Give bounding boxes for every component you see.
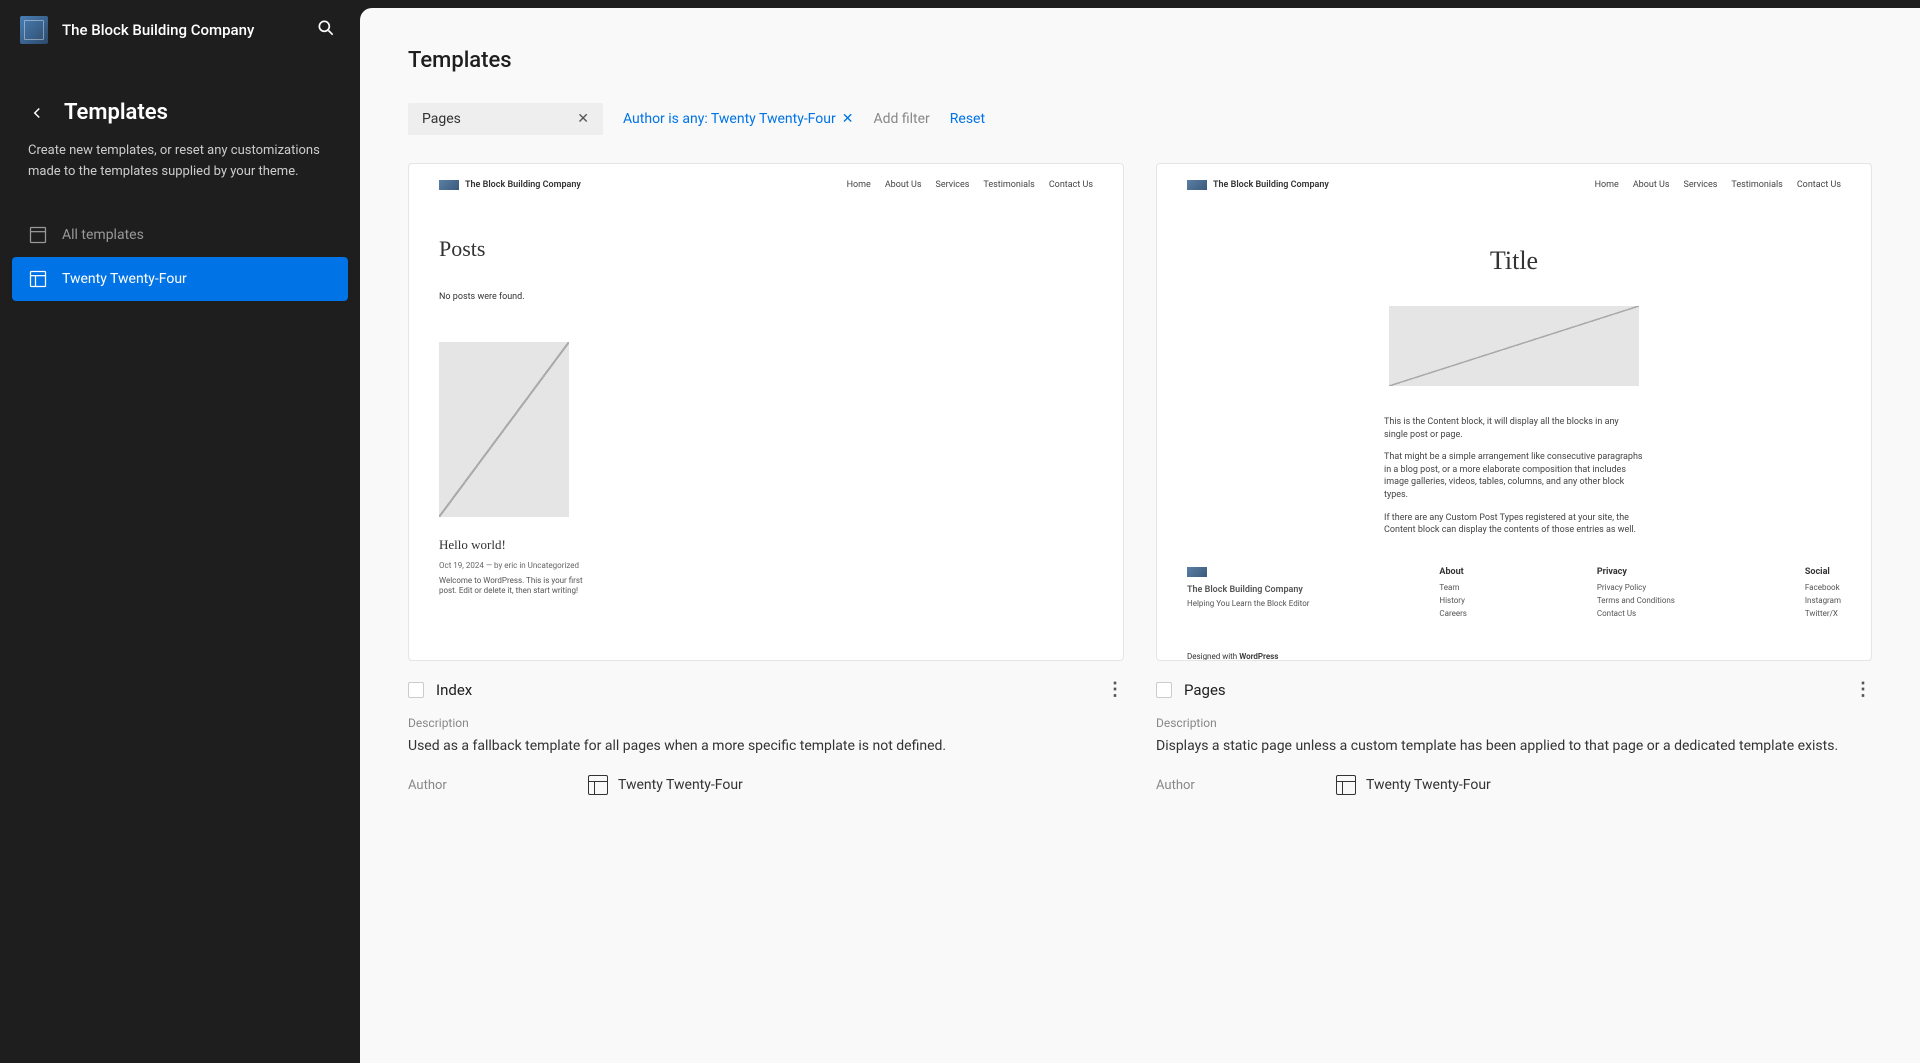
- preview-paragraph: If there are any Custom Post Types regis…: [1384, 512, 1644, 537]
- preview-menu-item: Home: [847, 180, 871, 190]
- site-logo-icon[interactable]: [20, 16, 48, 44]
- template-preview[interactable]: The Block Building Company Home About Us…: [1156, 163, 1872, 661]
- preview-footer: The Block Building Company Helping You L…: [1187, 567, 1841, 622]
- theme-icon: [1336, 775, 1356, 795]
- site-title: The Block Building Company: [62, 21, 316, 39]
- author-label: Author: [408, 778, 468, 793]
- template-description: Displays a static page unless a custom t…: [1156, 736, 1872, 757]
- close-icon[interactable]: ✕: [842, 111, 854, 127]
- preview-brand: The Block Building Company: [465, 180, 581, 190]
- filter-chip-label: Pages: [422, 111, 461, 127]
- preview-logo-icon: [439, 180, 459, 190]
- author-name: Twenty Twenty-Four: [618, 777, 743, 793]
- preview-footer-brand: The Block Building Company: [1187, 585, 1309, 595]
- footer-link: Instagram: [1805, 596, 1841, 605]
- more-icon[interactable]: ⋮: [1106, 679, 1124, 700]
- filter-author[interactable]: Author is any: Twenty Twenty-Four ✕: [623, 111, 853, 127]
- add-filter-button[interactable]: Add filter: [873, 111, 929, 127]
- sidebar-item-all-templates[interactable]: All templates: [12, 213, 348, 257]
- image-placeholder-icon: [439, 342, 569, 517]
- sidebar: The Block Building Company Templates Cre…: [0, 0, 360, 1063]
- preview-menu-item: Home: [1595, 180, 1619, 190]
- preview-paragraph: That might be a simple arrangement like …: [1384, 451, 1644, 501]
- sidebar-header: The Block Building Company: [0, 0, 360, 60]
- footer-link: Facebook: [1805, 583, 1841, 592]
- sidebar-item-twenty-twenty-four[interactable]: Twenty Twenty-Four: [12, 257, 348, 301]
- preview-brand: The Block Building Company: [1213, 180, 1329, 190]
- preview-menu: Home About Us Services Testimonials Cont…: [1595, 180, 1841, 190]
- preview-menu: Home About Us Services Testimonials Cont…: [847, 180, 1093, 190]
- preview-designed-with: Designed with WordPress: [1187, 652, 1841, 661]
- filter-author-label: Author is any: Twenty Twenty-Four: [623, 111, 836, 127]
- footer-link: Terms and Conditions: [1597, 596, 1675, 605]
- preview-post-excerpt: Welcome to WordPress. This is your first…: [439, 576, 589, 597]
- footer-link: Team: [1439, 583, 1467, 592]
- reset-button[interactable]: Reset: [950, 111, 985, 127]
- template-card-pages: The Block Building Company Home About Us…: [1156, 163, 1872, 795]
- page-title: Templates: [408, 48, 1872, 73]
- description-label: Description: [408, 716, 1124, 730]
- template-grid: The Block Building Company Home About Us…: [408, 163, 1872, 795]
- footer-col-heading: Social: [1805, 567, 1841, 577]
- preview-heading: Posts: [439, 236, 1093, 262]
- filter-bar: Pages ✕ Author is any: Twenty Twenty-Fou…: [408, 103, 1872, 135]
- theme-icon: [588, 775, 608, 795]
- preview-menu-item: Contact Us: [1797, 180, 1841, 190]
- back-icon[interactable]: [28, 104, 46, 122]
- preview-post-title: Hello world!: [439, 537, 1093, 553]
- preview-post-meta: Oct 19, 2024 — by eric in Uncategorized: [439, 561, 1093, 570]
- main-content: Templates Pages ✕ Author is any: Twenty …: [360, 8, 1920, 1063]
- footer-link: Twitter/X: [1805, 609, 1841, 618]
- sidebar-nav: Templates Create new templates, or reset…: [0, 60, 360, 321]
- select-checkbox[interactable]: [408, 682, 424, 698]
- search-icon[interactable]: [316, 18, 340, 42]
- more-icon[interactable]: ⋮: [1854, 679, 1872, 700]
- preview-menu-item: Testimonials: [1731, 180, 1782, 190]
- select-checkbox[interactable]: [1156, 682, 1172, 698]
- template-description: Used as a fallback template for all page…: [408, 736, 1124, 757]
- footer-link: History: [1439, 596, 1467, 605]
- template-title[interactable]: Index: [436, 681, 472, 699]
- footer-link: Privacy Policy: [1597, 583, 1675, 592]
- footer-link: Contact Us: [1597, 609, 1675, 618]
- image-placeholder-icon: [1389, 306, 1639, 386]
- footer-link: Careers: [1439, 609, 1467, 618]
- sidebar-item-label: Twenty Twenty-Four: [62, 271, 187, 287]
- template-title[interactable]: Pages: [1184, 681, 1226, 699]
- description-label: Description: [1156, 716, 1872, 730]
- sidebar-item-label: All templates: [62, 227, 144, 243]
- author-label: Author: [1156, 778, 1216, 793]
- preview-heading: Title: [1187, 246, 1841, 276]
- close-icon[interactable]: ✕: [577, 111, 589, 127]
- nav-title: Templates: [64, 100, 168, 125]
- template-card-index: The Block Building Company Home About Us…: [408, 163, 1124, 795]
- template-preview[interactable]: The Block Building Company Home About Us…: [408, 163, 1124, 661]
- nav-description: Create new templates, or reset any custo…: [28, 141, 332, 183]
- preview-paragraph: This is the Content block, it will displ…: [1384, 416, 1644, 441]
- preview-menu-item: About Us: [1633, 180, 1670, 190]
- preview-menu-item: Services: [936, 180, 970, 190]
- preview-footer-logo-icon: [1187, 567, 1207, 577]
- preview-footer-tagline: Helping You Learn the Block Editor: [1187, 599, 1309, 608]
- preview-no-posts: No posts were found.: [439, 292, 1093, 302]
- preview-menu-item: About Us: [885, 180, 922, 190]
- preview-menu-item: Contact Us: [1049, 180, 1093, 190]
- filter-chip-pages[interactable]: Pages ✕: [408, 103, 603, 135]
- footer-col-heading: Privacy: [1597, 567, 1675, 577]
- preview-menu-item: Services: [1684, 180, 1718, 190]
- author-name: Twenty Twenty-Four: [1366, 777, 1491, 793]
- preview-logo-icon: [1187, 180, 1207, 190]
- footer-col-heading: About: [1439, 567, 1467, 577]
- preview-menu-item: Testimonials: [983, 180, 1034, 190]
